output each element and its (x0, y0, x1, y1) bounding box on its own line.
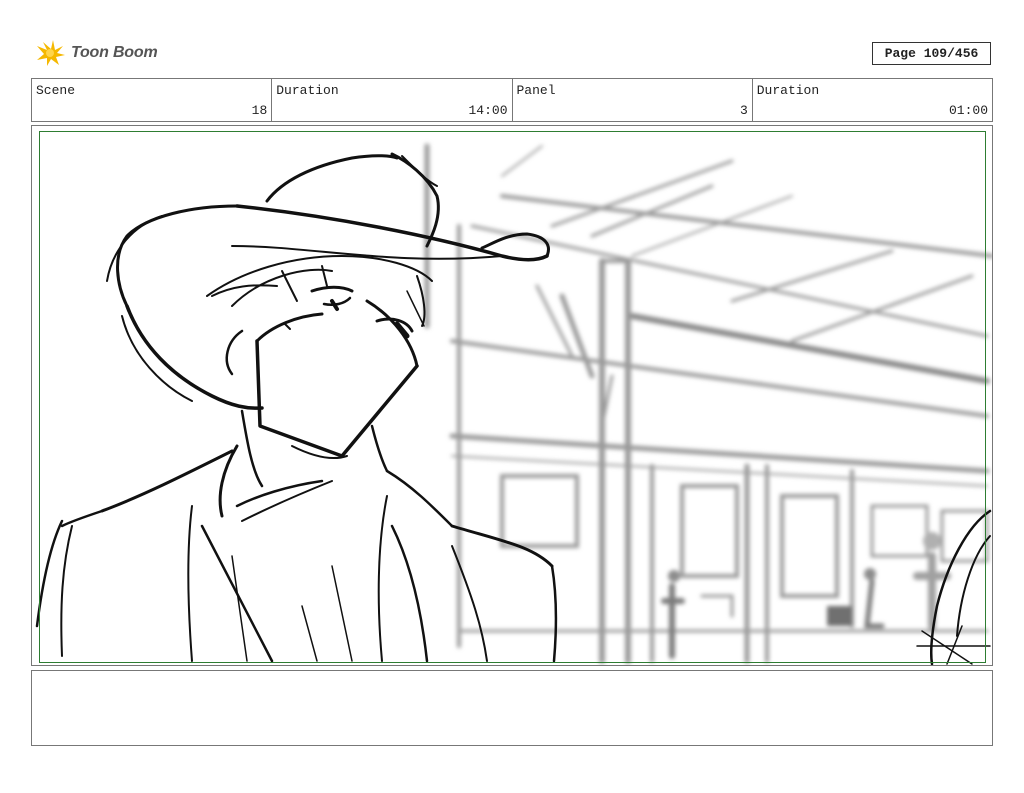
logo-text: Toon Boom (71, 44, 158, 61)
panel-value: 3 (739, 103, 748, 118)
panel-info-table: Scene 18 Duration 14:00 Panel 3 Duration… (31, 78, 993, 122)
panel-duration-label: Duration (756, 83, 820, 98)
page-number: Page 109/456 (872, 42, 991, 65)
scene-label: Scene (36, 83, 76, 98)
panel-sketch (35, 143, 992, 665)
panel-duration-cell: Duration 01:00 (753, 79, 992, 121)
panel-notes-box[interactable] (31, 670, 993, 746)
scene-value: 18 (251, 103, 268, 118)
toon-boom-burst-icon (37, 40, 65, 66)
scene-cell: Scene 18 (32, 79, 273, 121)
scene-duration-cell: Duration 14:00 (272, 79, 513, 121)
cowboy-character-sketch (35, 152, 558, 663)
panel-label: Panel (516, 83, 556, 98)
scene-duration-label: Duration (276, 83, 339, 98)
panel-cell: Panel 3 (513, 79, 753, 121)
panel-duration-value: 01:00 (948, 103, 988, 118)
toon-boom-logo: Toon Boom (33, 38, 158, 68)
scene-duration-value: 14:00 (468, 103, 508, 118)
background-station-sketch (424, 143, 992, 664)
storyboard-panel (31, 125, 993, 666)
